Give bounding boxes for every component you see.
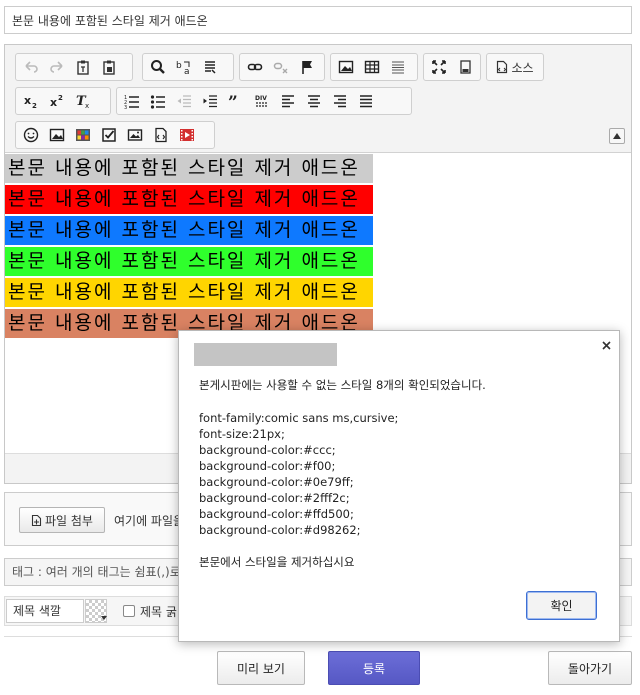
undo-icon[interactable]	[18, 55, 44, 79]
svg-text:x: x	[24, 94, 31, 107]
title-color-field[interactable]: 제목 색깔	[6, 599, 84, 623]
anchor-icon[interactable]	[294, 55, 320, 79]
emoticon-icon[interactable]	[18, 123, 44, 147]
submit-button[interactable]: 등록	[328, 651, 420, 685]
styled-line: 본문 내용에 포함된 스타일 제거 애드온	[5, 216, 373, 245]
detected-style-item: font-size:21px;	[199, 427, 285, 441]
svg-text:3: 3	[124, 105, 127, 109]
toolbar-group-basic-styles: x2 x2 Tx	[15, 87, 111, 115]
detected-style-item: background-color:#ccc;	[199, 443, 336, 457]
svg-text:DIV: DIV	[255, 95, 267, 102]
outdent-icon[interactable]	[171, 89, 197, 113]
select-all-icon[interactable]	[197, 55, 223, 79]
find-icon[interactable]	[145, 55, 171, 79]
svg-text:”: ”	[228, 93, 238, 109]
detected-style-item: background-color:#f00;	[199, 459, 336, 473]
toolbar-group-history	[15, 53, 133, 81]
numbered-list-icon[interactable]: 123	[119, 89, 145, 113]
maximize-icon[interactable]	[426, 55, 452, 79]
align-center-icon[interactable]	[301, 89, 327, 113]
detected-style-item: background-color:#ffd500;	[199, 507, 354, 521]
div-icon[interactable]: DIV	[249, 89, 275, 113]
triangle-up-icon	[613, 133, 621, 139]
toolbar-group-extras	[15, 121, 215, 149]
toolbar-group-links	[239, 53, 325, 81]
toolbar-group-insert	[330, 53, 418, 81]
replace-icon[interactable]: ba	[171, 55, 197, 79]
toolbar-group-find: ba	[142, 53, 234, 81]
confirm-button[interactable]: 확인	[526, 591, 597, 620]
svg-text:2: 2	[58, 94, 63, 102]
align-right-icon[interactable]	[327, 89, 353, 113]
redo-icon[interactable]	[44, 55, 70, 79]
svg-text:x: x	[50, 96, 57, 109]
paste-word-icon[interactable]	[96, 55, 122, 79]
editor-toolbar: ba 소스 x2 x2 Tx 1 2 3 ” DIV	[5, 45, 631, 153]
color-palette-icon[interactable]	[70, 123, 96, 147]
collapse-toolbar-button[interactable]	[609, 128, 625, 144]
dialog-intro-text: 본게시판에는 사용할 수 없는 스타일 8개의 확인되었습니다.	[199, 378, 486, 392]
detected-style-item: background-color:#d98262;	[199, 523, 361, 537]
paste-text-icon[interactable]	[70, 55, 96, 79]
indent-icon[interactable]	[197, 89, 223, 113]
back-button[interactable]: 돌아가기	[548, 651, 632, 685]
toolbar-group-view	[423, 53, 481, 81]
attach-file-label: 파일 첨부	[45, 513, 93, 528]
styled-line: 본문 내용에 포함된 스타일 제거 애드온	[5, 185, 373, 214]
toolbar-group-source: 소스	[486, 53, 544, 81]
justify-icon[interactable]	[353, 89, 379, 113]
horizontal-rule-icon[interactable]	[385, 55, 411, 79]
remove-format-icon[interactable]: Tx	[70, 89, 96, 113]
source-button[interactable]: 소스	[489, 55, 541, 79]
detected-style-item: font-family:comic sans ms,cursive;	[199, 411, 399, 425]
dialog-outro-text: 본문에서 스타일을 제거하십시요	[199, 555, 355, 569]
blockquote-icon[interactable]: ”	[223, 89, 249, 113]
title-bold-label: 제목 굵	[140, 605, 177, 619]
preview-button[interactable]: 미리 보기	[217, 651, 305, 685]
source-button-label: 소스	[511, 60, 534, 75]
unlink-icon[interactable]	[268, 55, 294, 79]
close-icon[interactable]	[598, 337, 614, 353]
alert-dialog: 본게시판에는 사용할 수 없는 스타일 8개의 확인되었습니다. font-fa…	[178, 330, 620, 642]
checkbox-icon[interactable]	[96, 123, 122, 147]
svg-text:2: 2	[32, 102, 37, 109]
svg-text:b: b	[176, 61, 182, 71]
attach-file-icon	[31, 514, 42, 526]
image-icon[interactable]	[333, 55, 359, 79]
image-upload-icon[interactable]	[44, 123, 70, 147]
toolbar-group-paragraph: 123 ” DIV	[116, 87, 412, 115]
align-left-icon[interactable]	[275, 89, 301, 113]
dialog-message: 본게시판에는 사용할 수 없는 스타일 8개의 확인되었습니다. font-fa…	[199, 377, 609, 570]
styled-line: 본문 내용에 포함된 스타일 제거 애드온	[5, 278, 373, 307]
svg-text:a: a	[184, 67, 190, 75]
media-icon[interactable]	[122, 123, 148, 147]
video-icon[interactable]	[174, 123, 200, 147]
code-icon[interactable]	[148, 123, 174, 147]
detected-style-item: background-color:#0e79ff;	[199, 475, 354, 489]
superscript-icon[interactable]: x2	[44, 89, 70, 113]
detected-styles-list: font-family:comic sans ms,cursive; font-…	[199, 410, 609, 538]
title-input[interactable]	[4, 6, 632, 34]
link-icon[interactable]	[242, 55, 268, 79]
attach-hint-text: 여기에 파일을	[114, 514, 185, 528]
attach-file-button[interactable]: 파일 첨부	[19, 507, 105, 533]
dialog-title-redacted	[194, 343, 337, 366]
svg-text:x: x	[85, 102, 89, 109]
title-bold-checkbox[interactable]	[123, 605, 135, 617]
styled-line: 본문 내용에 포함된 스타일 제거 애드온	[5, 247, 373, 276]
subscript-icon[interactable]: x2	[18, 89, 44, 113]
dropdown-arrow-icon	[101, 616, 107, 620]
styled-line: 본문 내용에 포함된 스타일 제거 애드온	[5, 154, 373, 183]
show-blocks-icon[interactable]	[452, 55, 478, 79]
source-icon	[497, 60, 508, 74]
bulleted-list-icon[interactable]	[145, 89, 171, 113]
table-icon[interactable]	[359, 55, 385, 79]
detected-style-item: background-color:#2fff2c;	[199, 491, 350, 505]
